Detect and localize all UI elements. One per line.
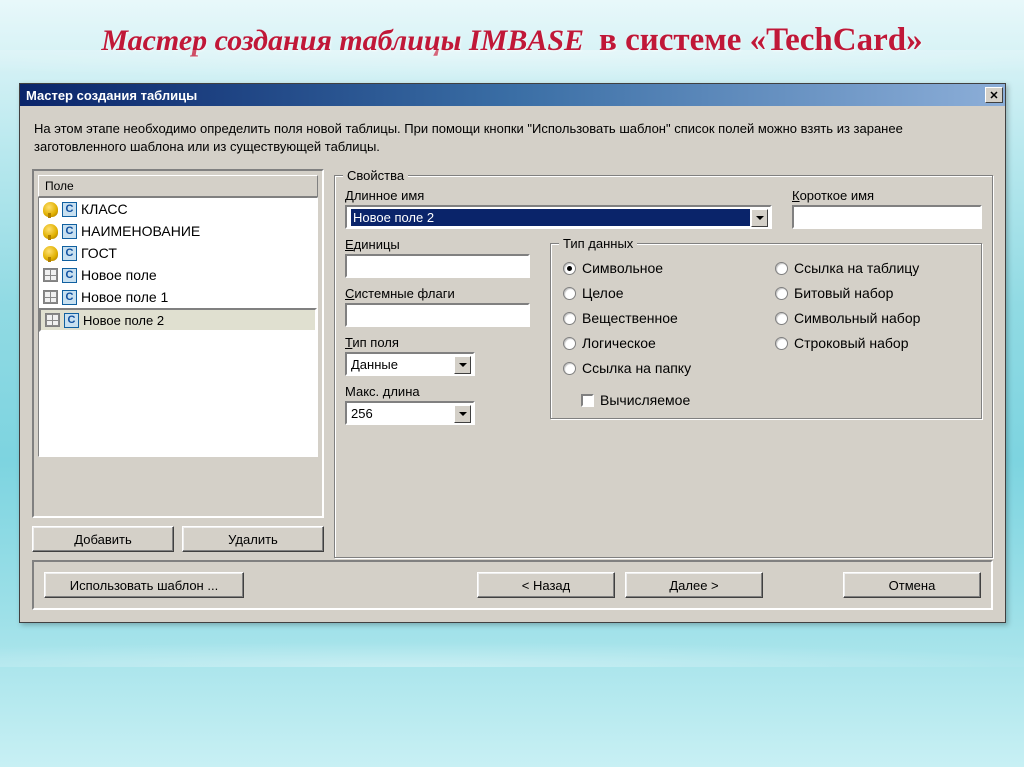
radio-label: Ссылка на папку (582, 360, 691, 376)
datatype-radio[interactable]: Логическое (563, 335, 757, 351)
radio-dot-icon (775, 337, 788, 350)
list-item[interactable]: C Новое поле (39, 264, 317, 286)
use-template-button[interactable]: Использовать шаблон ... (44, 572, 244, 598)
radio-label: Символьное (582, 260, 663, 276)
key-icon (43, 202, 58, 217)
datatype-group: Тип данных СимвольноеСсылка на таблицуЦе… (550, 243, 982, 419)
window-title: Мастер создания таблицы (26, 88, 197, 103)
list-item-label: Новое поле (81, 267, 157, 283)
radio-label: Логическое (582, 335, 656, 351)
key-icon (43, 224, 58, 239)
wizard-description: На этом этапе необходимо определить поля… (32, 116, 993, 161)
key-icon (43, 246, 58, 261)
remove-field-button[interactable]: Удалить (182, 526, 324, 552)
fieldtype-combo[interactable]: Данные (345, 352, 475, 376)
field-list[interactable]: CКЛАССCНАИМЕНОВАНИЕCГОСТCНовое полеCНово… (38, 197, 318, 457)
short-name-input[interactable] (792, 205, 982, 229)
list-item-label: Новое поле 2 (83, 313, 164, 328)
radio-label: Вещественное (582, 310, 678, 326)
radio-label: Ссылка на таблицу (794, 260, 919, 276)
radio-label: Строковый набор (794, 335, 908, 351)
footer-bar: Использовать шаблон ... < Назад Далее > … (32, 560, 993, 610)
properties-group: Свойства Длинное имя Новое поле 2 Коротк… (334, 175, 993, 558)
wizard-window: Мастер создания таблицы ✕ На этом этапе … (19, 83, 1006, 623)
list-item-label: НАИМЕНОВАНИЕ (81, 223, 200, 239)
radio-dot-icon (775, 287, 788, 300)
radio-label: Символьный набор (794, 310, 920, 326)
grid-icon (43, 290, 58, 304)
close-button[interactable]: ✕ (985, 87, 1003, 103)
datatype-radio[interactable]: Ссылка на папку (563, 360, 757, 376)
radio-dot-icon (563, 287, 576, 300)
radio-label: Битовый набор (794, 285, 893, 301)
chevron-down-icon[interactable] (454, 356, 471, 374)
units-input[interactable] (345, 254, 530, 278)
chevron-down-icon[interactable] (751, 209, 768, 227)
type-c-icon: C (64, 313, 79, 328)
back-button[interactable]: < Назад (477, 572, 615, 598)
radio-dot-icon (775, 312, 788, 325)
list-item-label: ГОСТ (81, 245, 117, 261)
type-c-icon: C (62, 202, 77, 217)
titlebar: Мастер создания таблицы ✕ (20, 84, 1005, 106)
datatype-legend: Тип данных (559, 236, 637, 251)
radio-dot-icon (563, 362, 576, 375)
long-name-label: Длинное имя (345, 188, 772, 203)
radio-dot-icon (563, 337, 576, 350)
type-c-icon: C (62, 268, 77, 283)
list-item-label: КЛАСС (81, 201, 128, 217)
add-field-button[interactable]: Добавить (32, 526, 174, 552)
datatype-radio[interactable]: Символьное (563, 260, 757, 276)
list-item[interactable]: C Новое поле 1 (39, 286, 317, 308)
list-item[interactable]: C ГОСТ (39, 242, 317, 264)
list-item[interactable]: C Новое поле 2 (39, 308, 317, 332)
short-name-label: Короткое имя (792, 188, 982, 203)
long-name-combo[interactable]: Новое поле 2 (345, 205, 772, 229)
datatype-radio[interactable]: Символьный набор (775, 310, 969, 326)
list-item[interactable]: C КЛАСС (39, 198, 317, 220)
maxlen-label: Макс. длина (345, 384, 530, 399)
field-list-panel: Поле CКЛАССCНАИМЕНОВАНИЕCГОСТCНовое поле… (32, 169, 324, 518)
grid-icon (45, 313, 60, 327)
datatype-radio[interactable]: Строковый набор (775, 335, 969, 351)
datatype-radio[interactable]: Вещественное (563, 310, 757, 326)
units-label: Единицы (345, 237, 530, 252)
radio-dot-icon (563, 262, 576, 275)
datatype-radio[interactable]: Ссылка на таблицу (775, 260, 969, 276)
type-c-icon: C (62, 224, 77, 239)
radio-label: Целое (582, 285, 624, 301)
datatype-radio[interactable]: Целое (563, 285, 757, 301)
sysflags-label: Системные флаги (345, 286, 530, 301)
computed-checkbox[interactable]: Вычисляемое (581, 392, 971, 408)
type-c-icon: C (62, 246, 77, 261)
radio-dot-icon (775, 262, 788, 275)
radio-dot-icon (563, 312, 576, 325)
datatype-radio[interactable]: Битовый набор (775, 285, 969, 301)
chevron-down-icon[interactable] (454, 405, 471, 423)
next-button[interactable]: Далее > (625, 572, 763, 598)
properties-legend: Свойства (343, 168, 408, 183)
maxlen-combo[interactable]: 256 (345, 401, 475, 425)
list-item[interactable]: C НАИМЕНОВАНИЕ (39, 220, 317, 242)
grid-icon (43, 268, 58, 282)
type-c-icon: C (62, 290, 77, 305)
list-item-label: Новое поле 1 (81, 289, 168, 305)
cancel-button[interactable]: Отмена (843, 572, 981, 598)
field-list-header: Поле (38, 175, 318, 197)
sysflags-input[interactable] (345, 303, 530, 327)
fieldtype-label: Тип поля (345, 335, 530, 350)
